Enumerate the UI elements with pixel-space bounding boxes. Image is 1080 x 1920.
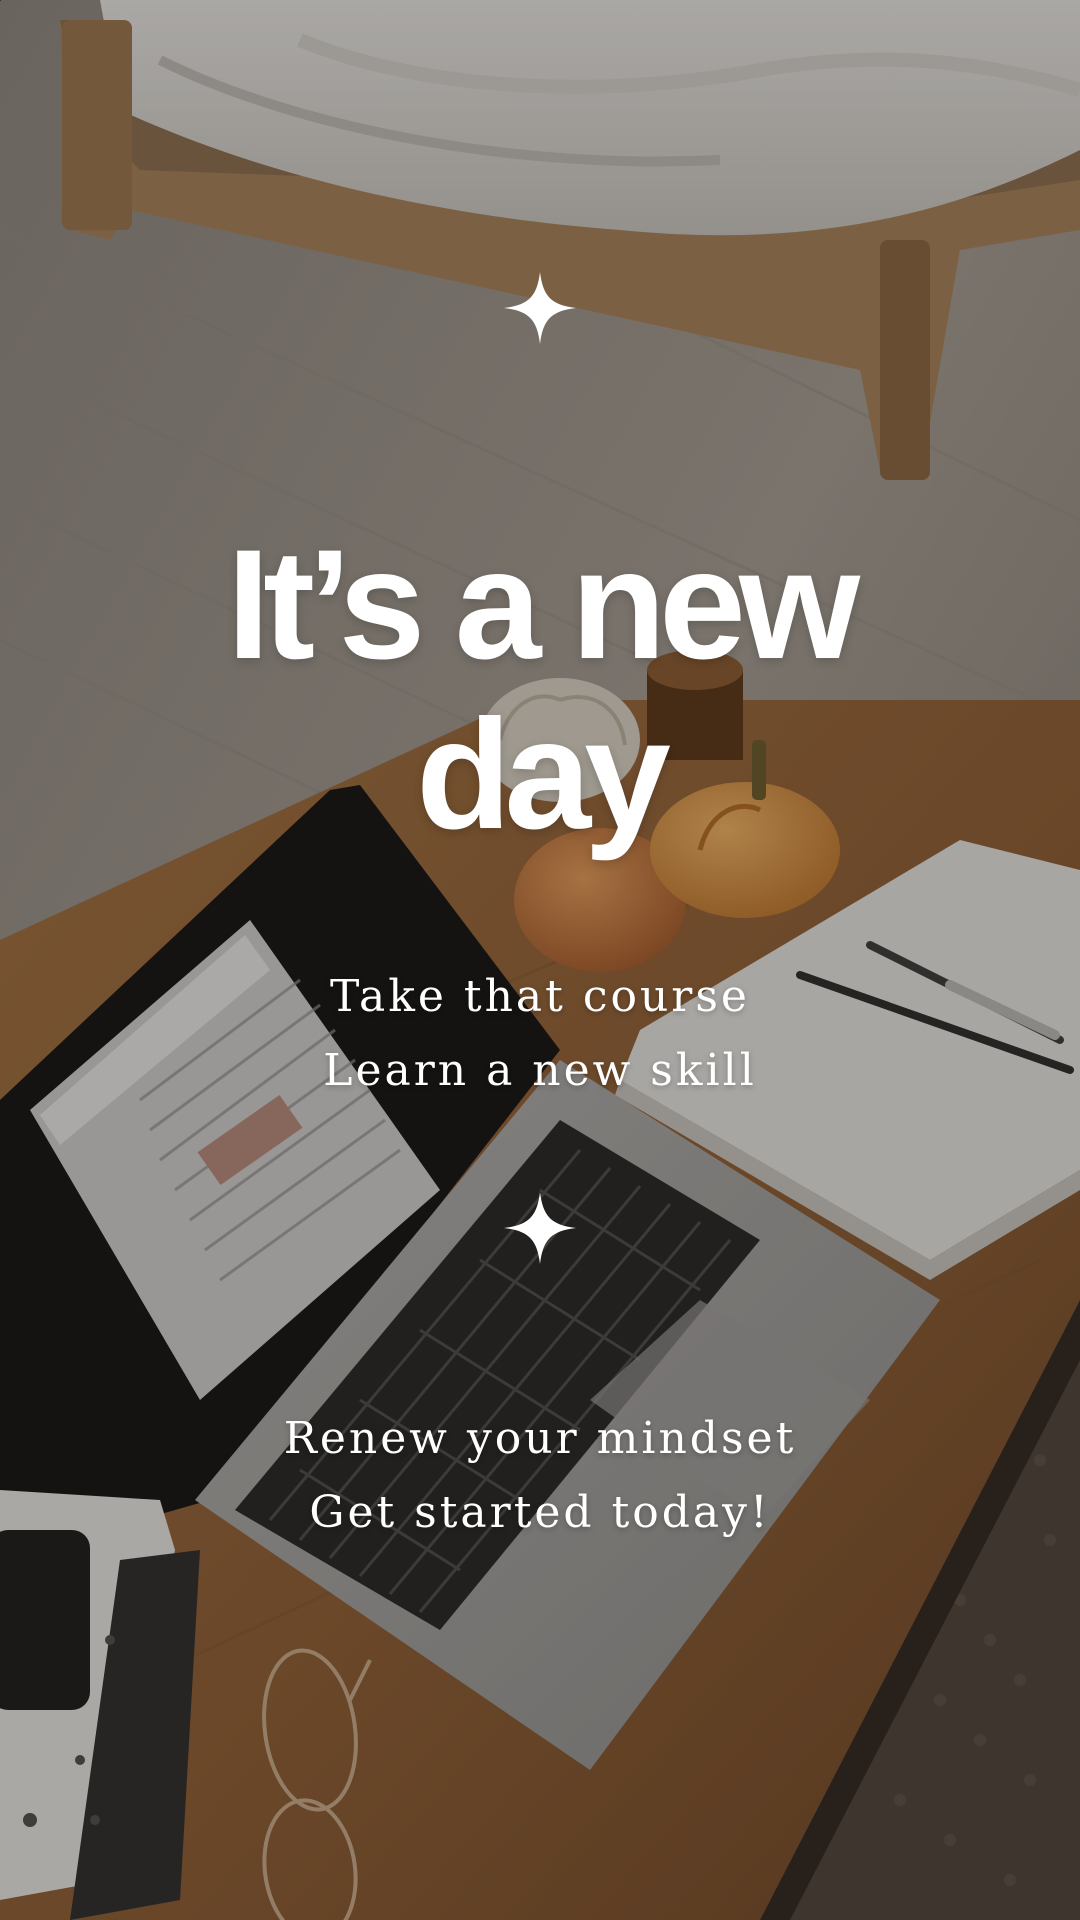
tagline-mindset: Renew your mindset Get started today! xyxy=(0,1402,1080,1550)
tagline-course: Take that course Learn a new skill xyxy=(0,960,1080,1108)
tagline-course-line-2: Learn a new skill xyxy=(323,1045,757,1096)
headline-line-1: It’s a new xyxy=(226,518,860,692)
tagline-mindset-line-1: Renew your mindset xyxy=(283,1413,797,1464)
tagline-course-line-1: Take that course xyxy=(330,971,750,1022)
sparkle-icon xyxy=(504,1192,576,1264)
poster: It’s a new day Take that course Learn a … xyxy=(0,0,1080,1920)
headline-line-2: day xyxy=(416,688,671,862)
tagline-mindset-line-2: Get started today! xyxy=(309,1487,771,1538)
sparkle-icon xyxy=(504,272,576,344)
headline: It’s a new day xyxy=(0,520,1080,860)
